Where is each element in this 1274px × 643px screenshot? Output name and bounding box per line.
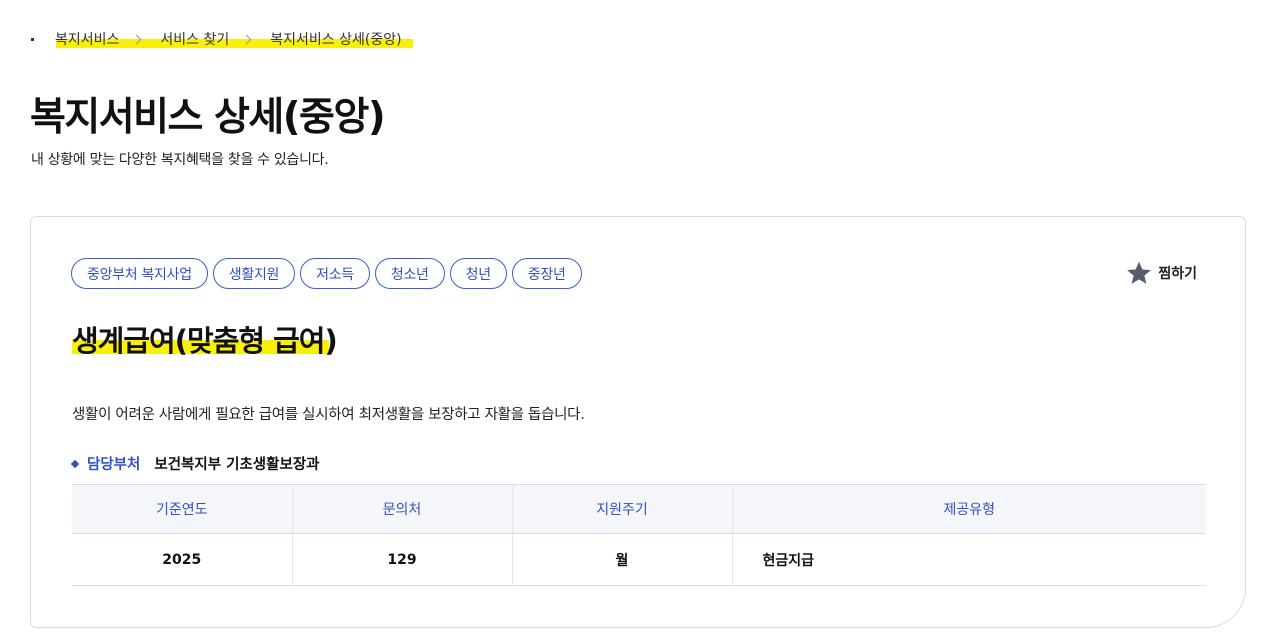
chevron-right-icon: [131, 34, 142, 44]
cell-contact: 129: [292, 533, 513, 586]
page-subtitle: 내 상황에 맞는 다양한 복지혜택을 찾을 수 있습니다.: [31, 152, 329, 168]
tag-low-income[interactable]: 저소득: [300, 258, 370, 289]
table-header-row: 기준연도 문의처 지원주기 제공유형: [72, 484, 1206, 534]
service-info-table: 기준연도 문의처 지원주기 제공유형 2025 129 월 현금지급: [72, 484, 1206, 586]
service-title-block: 생계급여(맞춤형 급여): [72, 318, 338, 360]
diamond-bullet-icon: [70, 459, 80, 468]
table-header-base-year: 기준연도: [72, 484, 293, 534]
department-info: 담당부처 보건복지부 기초생활보장과: [70, 453, 320, 474]
tag-youth[interactable]: 청년: [449, 258, 507, 289]
department-label: 담당부처: [87, 457, 141, 473]
bookmark-label: 찜하기: [1158, 266, 1197, 282]
service-description: 생활이 어려운 사람에게 필요한 급여를 실시하여 최저생활을 보장하고 자활을…: [72, 407, 585, 423]
breadcrumb-item-current[interactable]: 복지서비스 상세(중앙): [270, 29, 401, 49]
service-title: 생계급여(맞춤형 급여): [72, 324, 338, 358]
breadcrumb-item-welfare-services[interactable]: 복지서비스: [55, 29, 119, 49]
cell-base-year: 2025: [72, 533, 293, 586]
table-row: 2025 129 월 현금지급: [72, 533, 1206, 586]
bookmark-button[interactable]: 찜하기: [1126, 260, 1197, 286]
tag-central-ministry[interactable]: 중앙부처 복지사업: [71, 258, 208, 289]
cell-support-cycle: 월: [512, 533, 733, 586]
tag-adolescent[interactable]: 청소년: [374, 258, 445, 289]
table-header-contact: 문의처: [292, 484, 513, 534]
chevron-right-icon: [241, 34, 252, 44]
breadcrumb-dot-icon: [31, 37, 34, 41]
star-icon: [1127, 261, 1152, 284]
breadcrumb-item-find-service[interactable]: 서비스 찾기: [160, 29, 229, 49]
table-header-support-cycle: 지원주기: [512, 484, 733, 534]
department-value: 보건복지부 기초생활보장과: [154, 457, 320, 473]
tag-living-support[interactable]: 생활지원: [212, 258, 296, 289]
service-detail-card: 중앙부처 복지사업 생활지원 저소득 청소년 청년 중장년 찜하기 생계급여(맞…: [30, 216, 1246, 628]
tag-middle-aged[interactable]: 중장년: [511, 258, 582, 289]
page-title: 복지서비스 상세(중앙): [30, 95, 386, 140]
service-tags: 중앙부처 복지사업 생활지원 저소득 청소년 청년 중장년: [71, 258, 582, 289]
table-header-provision-type: 제공유형: [732, 484, 1206, 534]
breadcrumb: 복지서비스 서비스 찾기 복지서비스 상세(중앙): [31, 28, 402, 50]
cell-provision-type: 현금지급: [732, 533, 1206, 586]
